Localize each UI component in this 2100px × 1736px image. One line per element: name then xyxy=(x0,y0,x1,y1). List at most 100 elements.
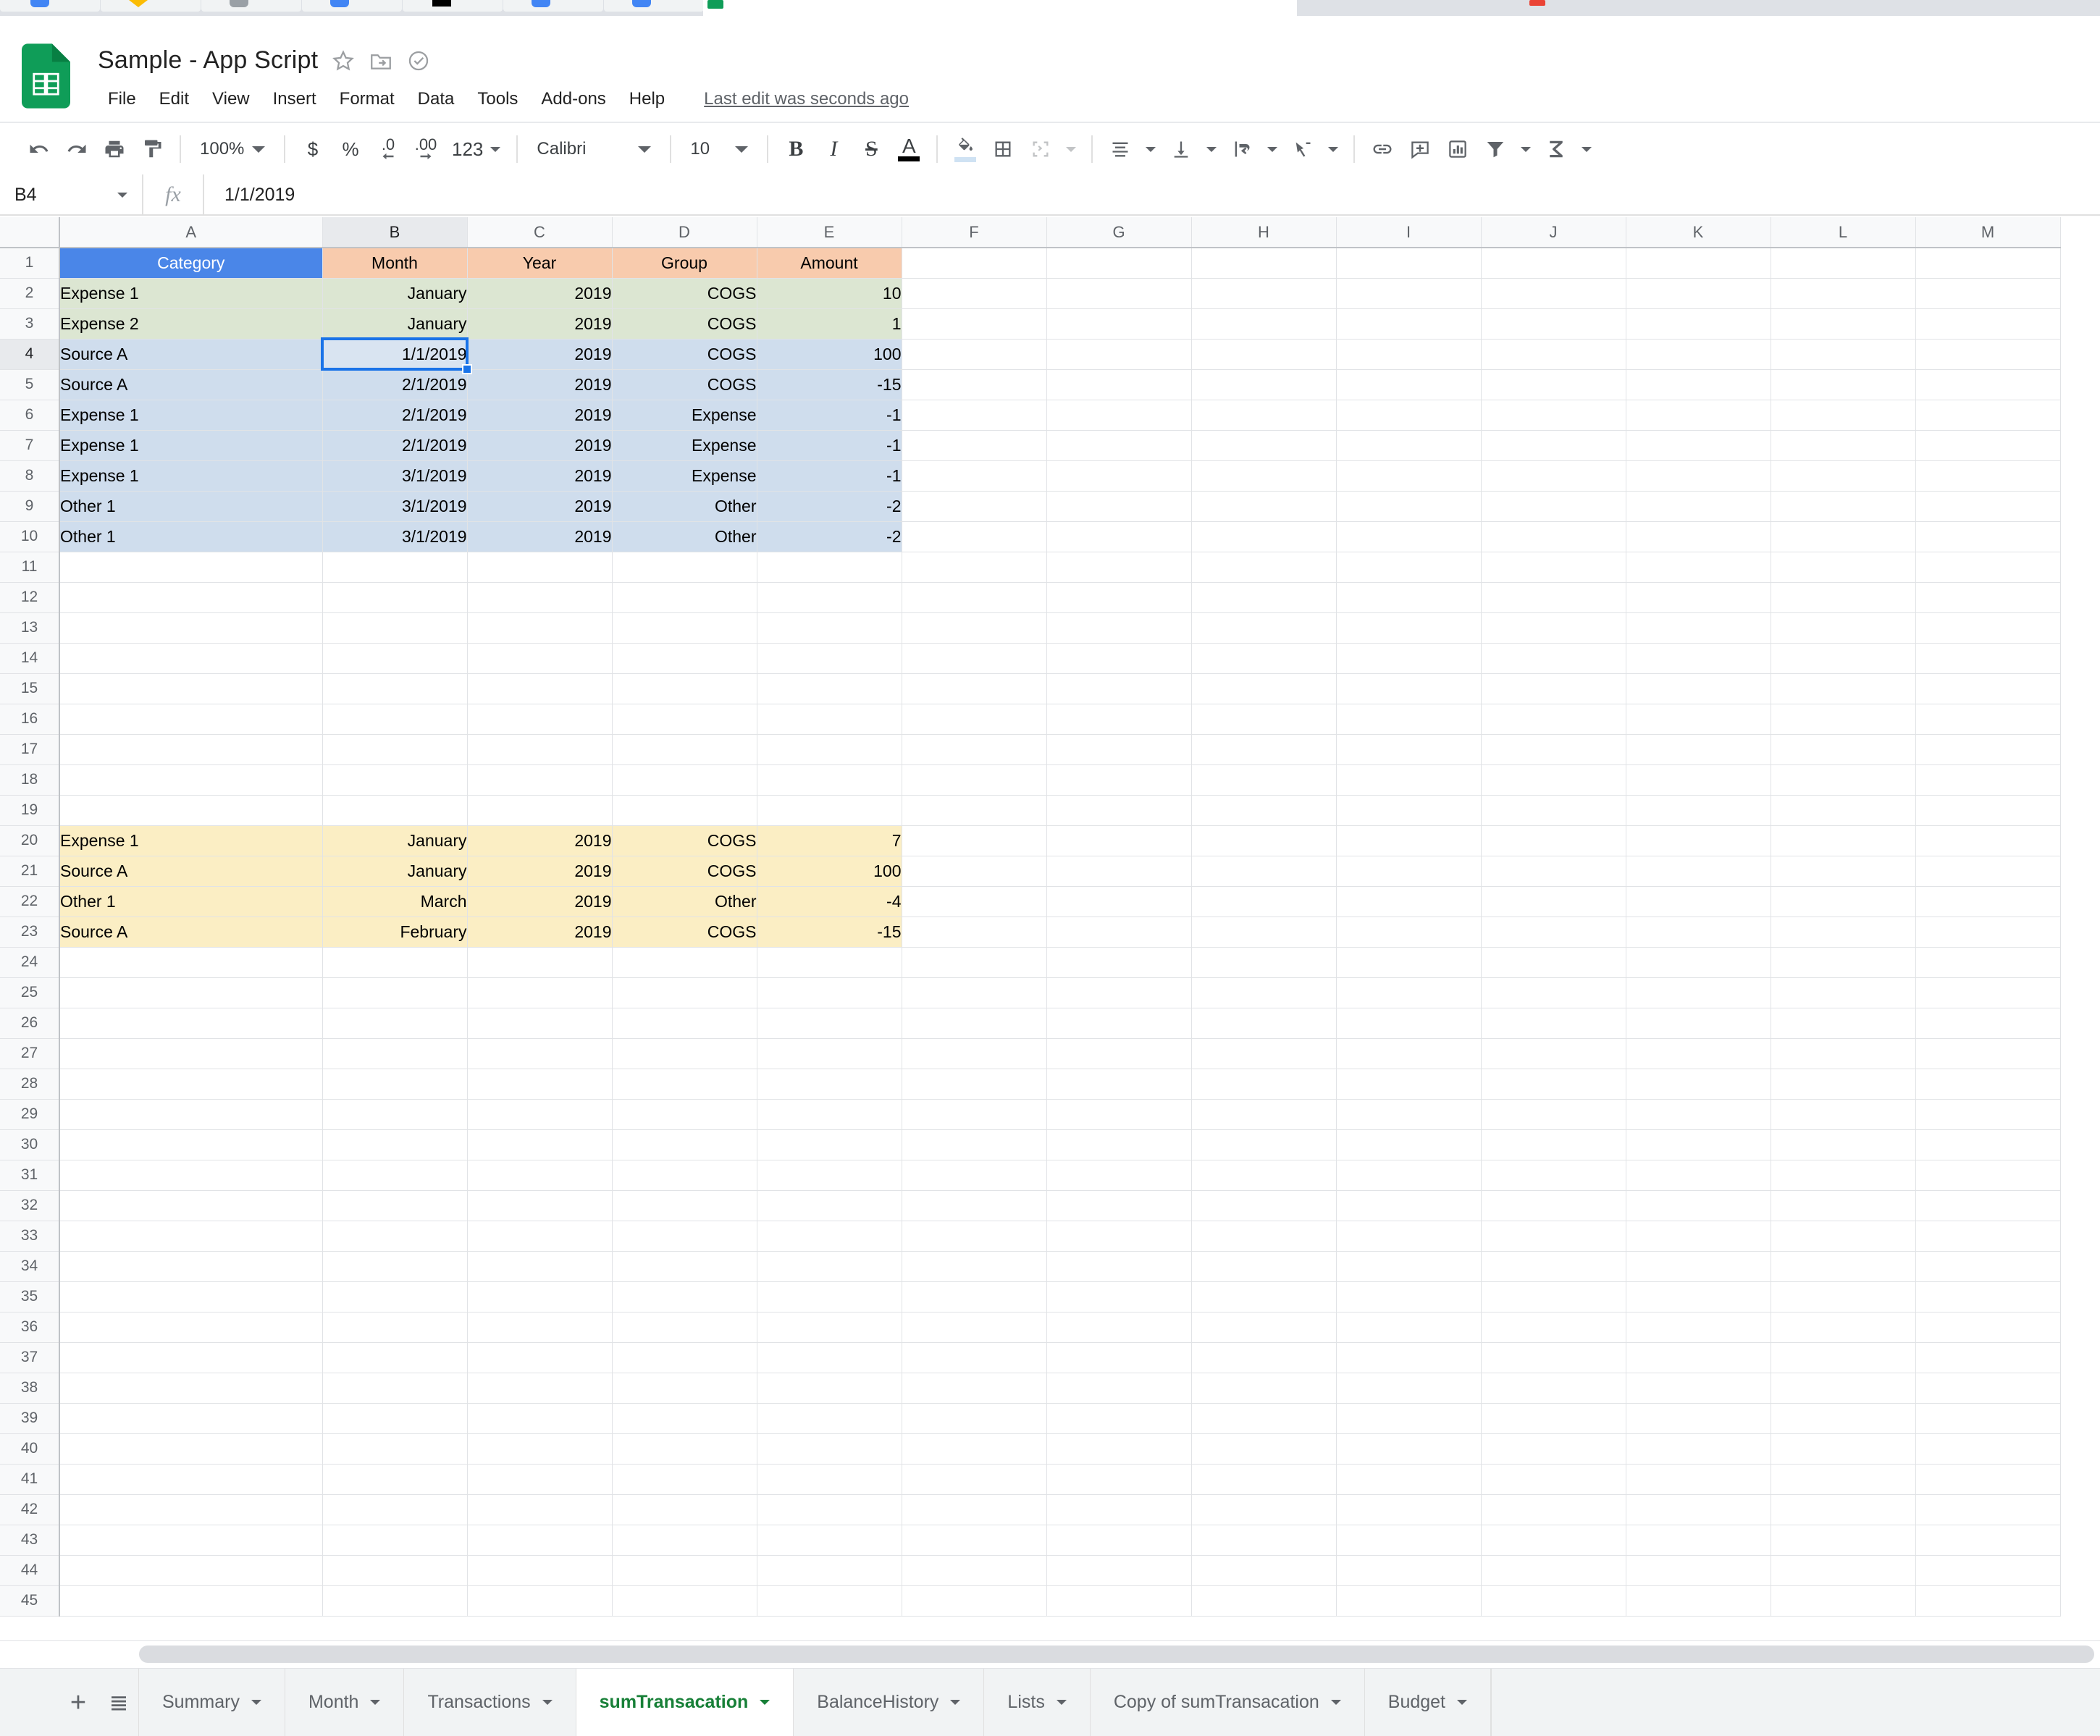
cell-H11[interactable] xyxy=(1191,552,1337,583)
cell-I14[interactable] xyxy=(1336,643,1482,674)
row-header-29[interactable]: 29 xyxy=(0,1099,60,1130)
cell-M21[interactable] xyxy=(1915,856,2061,887)
cell-B21[interactable]: January xyxy=(322,856,468,887)
cell-C1[interactable]: Year xyxy=(467,248,613,279)
cell-E10[interactable]: -2 xyxy=(757,521,902,552)
cell-D3[interactable]: COGS xyxy=(612,308,757,340)
cell-D25[interactable] xyxy=(612,977,757,1008)
cell-D29[interactable] xyxy=(612,1099,757,1130)
select-all-corner[interactable] xyxy=(0,217,60,248)
cell-I3[interactable] xyxy=(1336,308,1482,340)
cell-F30[interactable] xyxy=(902,1129,1047,1160)
cell-B1[interactable]: Month xyxy=(322,248,468,279)
cell-F36[interactable] xyxy=(902,1312,1047,1343)
column-header-c[interactable]: C xyxy=(467,217,613,248)
cell-E15[interactable] xyxy=(757,673,902,704)
cell-B14[interactable] xyxy=(322,643,468,674)
cell-M11[interactable] xyxy=(1915,552,2061,583)
cell-B33[interactable] xyxy=(322,1221,468,1252)
cell-I20[interactable] xyxy=(1336,825,1482,856)
cell-E25[interactable] xyxy=(757,977,902,1008)
cell-F33[interactable] xyxy=(902,1221,1047,1252)
cell-C30[interactable] xyxy=(467,1129,613,1160)
cell-E4[interactable]: 100 xyxy=(757,339,902,370)
cell-D7[interactable]: Expense xyxy=(612,430,757,461)
row-header-18[interactable]: 18 xyxy=(0,764,60,796)
cell-A43[interactable] xyxy=(59,1525,323,1556)
column-header-b[interactable]: B xyxy=(322,217,468,248)
cell-K20[interactable] xyxy=(1626,825,1771,856)
cell-H14[interactable] xyxy=(1191,643,1337,674)
cell-D13[interactable] xyxy=(612,612,757,644)
cell-G33[interactable] xyxy=(1046,1221,1192,1252)
row-header-14[interactable]: 14 xyxy=(0,643,60,674)
cell-G15[interactable] xyxy=(1046,673,1192,704)
cell-F43[interactable] xyxy=(902,1525,1047,1556)
cell-J38[interactable] xyxy=(1481,1373,1626,1404)
menu-tools[interactable]: Tools xyxy=(466,85,529,113)
cell-E9[interactable]: -2 xyxy=(757,491,902,522)
cell-J27[interactable] xyxy=(1481,1038,1626,1069)
row-header-44[interactable]: 44 xyxy=(0,1555,60,1586)
column-header-h[interactable]: H xyxy=(1191,217,1337,248)
cell-F17[interactable] xyxy=(902,734,1047,765)
cell-K12[interactable] xyxy=(1626,582,1771,613)
cell-G23[interactable] xyxy=(1046,917,1192,948)
cell-E20[interactable]: 7 xyxy=(757,825,902,856)
cell-C42[interactable] xyxy=(467,1494,613,1525)
cell-C6[interactable]: 2019 xyxy=(467,400,613,431)
cell-G28[interactable] xyxy=(1046,1069,1192,1100)
cell-M34[interactable] xyxy=(1915,1251,2061,1282)
cell-K3[interactable] xyxy=(1626,308,1771,340)
cell-J29[interactable] xyxy=(1481,1099,1626,1130)
row-header-41[interactable]: 41 xyxy=(0,1464,60,1495)
cell-I41[interactable] xyxy=(1336,1464,1482,1495)
cell-J35[interactable] xyxy=(1481,1281,1626,1312)
cell-B22[interactable]: March xyxy=(322,886,468,917)
name-box[interactable]: B4 xyxy=(0,174,143,215)
cell-L8[interactable] xyxy=(1771,460,1916,492)
cell-J23[interactable] xyxy=(1481,917,1626,948)
cell-E21[interactable]: 100 xyxy=(757,856,902,887)
cell-H17[interactable] xyxy=(1191,734,1337,765)
cell-F1[interactable] xyxy=(902,248,1047,279)
cell-A15[interactable] xyxy=(59,673,323,704)
row-header-28[interactable]: 28 xyxy=(0,1069,60,1100)
menu-edit[interactable]: Edit xyxy=(148,85,201,113)
cell-A37[interactable] xyxy=(59,1342,323,1373)
cell-L23[interactable] xyxy=(1771,917,1916,948)
cell-E31[interactable] xyxy=(757,1160,902,1191)
cell-D1[interactable]: Group xyxy=(612,248,757,279)
cell-K41[interactable] xyxy=(1626,1464,1771,1495)
cell-L10[interactable] xyxy=(1771,521,1916,552)
cell-J42[interactable] xyxy=(1481,1494,1626,1525)
cell-K34[interactable] xyxy=(1626,1251,1771,1282)
cell-C11[interactable] xyxy=(467,552,613,583)
row-header-24[interactable]: 24 xyxy=(0,947,60,978)
column-header-a[interactable]: A xyxy=(59,217,323,248)
cell-A4[interactable]: Source A xyxy=(59,339,323,370)
cell-A13[interactable] xyxy=(59,612,323,644)
cell-A23[interactable]: Source A xyxy=(59,917,323,948)
cell-G22[interactable] xyxy=(1046,886,1192,917)
row-header-7[interactable]: 7 xyxy=(0,430,60,461)
cell-J13[interactable] xyxy=(1481,612,1626,644)
cell-E33[interactable] xyxy=(757,1221,902,1252)
cell-K7[interactable] xyxy=(1626,430,1771,461)
cell-H26[interactable] xyxy=(1191,1008,1337,1039)
cell-I36[interactable] xyxy=(1336,1312,1482,1343)
cell-A8[interactable]: Expense 1 xyxy=(59,460,323,492)
cell-M15[interactable] xyxy=(1915,673,2061,704)
cell-H36[interactable] xyxy=(1191,1312,1337,1343)
browser-tab[interactable] xyxy=(201,0,301,12)
column-header-e[interactable]: E xyxy=(757,217,902,248)
zoom-selector[interactable]: 100% xyxy=(190,130,275,168)
cell-J36[interactable] xyxy=(1481,1312,1626,1343)
cell-D2[interactable]: COGS xyxy=(612,278,757,309)
cell-L25[interactable] xyxy=(1771,977,1916,1008)
cell-G6[interactable] xyxy=(1046,400,1192,431)
cell-M42[interactable] xyxy=(1915,1494,2061,1525)
cell-D12[interactable] xyxy=(612,582,757,613)
horizontal-scrollbar-track[interactable] xyxy=(59,1646,2094,1663)
cell-J10[interactable] xyxy=(1481,521,1626,552)
